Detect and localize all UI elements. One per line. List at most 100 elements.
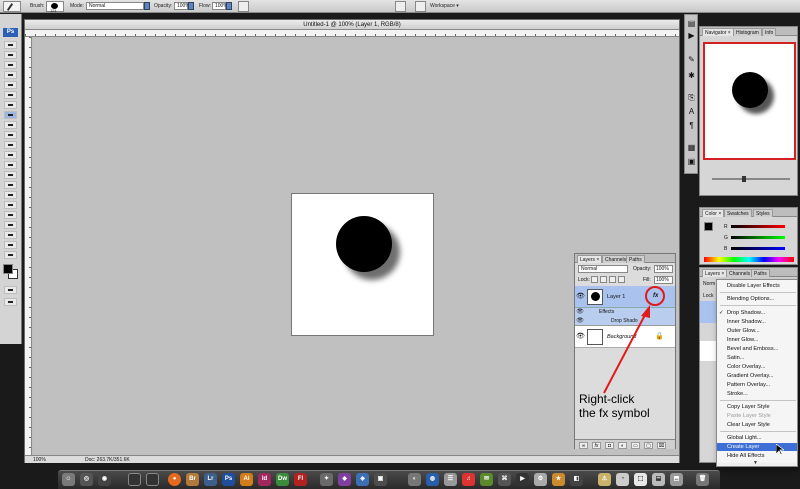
color-panel: Color × Swatches Styles R G B: [699, 207, 798, 265]
menu-item-inner-glow[interactable]: Inner Glow...: [717, 336, 797, 344]
tab-navigator[interactable]: Navigator ×: [702, 28, 734, 36]
menu-separator: [720, 400, 796, 401]
brushes-icon[interactable]: ✱: [687, 71, 696, 80]
blue-slider[interactable]: [731, 247, 785, 250]
menu-item-stroke[interactable]: Stroke...: [717, 390, 797, 398]
menu-item-gradient-overlay[interactable]: Gradient Overlay...: [717, 372, 797, 380]
illustrator-app-icon[interactable]: Ai: [240, 473, 253, 486]
menu-item-bevel-emboss[interactable]: Bevel and Emboss...: [717, 345, 797, 353]
dreamweaver-app-icon[interactable]: Dw: [276, 473, 289, 486]
menu-item-clear-layer-style[interactable]: Clear Layer Style: [717, 421, 797, 429]
menu-item-paste-layer-style: Paste Layer Style: [727, 413, 771, 419]
actions-icon[interactable]: ▶: [687, 31, 696, 40]
navigator-tabs: Navigator × Histogram Info: [700, 27, 797, 36]
dock-app-icon[interactable]: ★: [552, 473, 565, 486]
annotation-arrow-head: [641, 305, 650, 318]
dock-app-icon[interactable]: ✦: [320, 473, 333, 486]
menu-item-disable-layer-effects[interactable]: Disable Layer Effects: [717, 282, 797, 290]
red-slider[interactable]: [731, 225, 785, 228]
drop-shadow-menu-label: Drop Shadow...: [727, 310, 766, 316]
finder-app-icon[interactable]: ☺: [62, 473, 75, 486]
menu-item-create-layer[interactable]: Create Layer: [717, 443, 797, 451]
clone-source-icon[interactable]: ⎘: [687, 93, 696, 102]
menu-item-inner-shadow[interactable]: Inner Shadow...: [717, 318, 797, 326]
indesign-app-icon[interactable]: Id: [258, 473, 271, 486]
dock-app-icon[interactable]: ☰: [444, 473, 457, 486]
layer-comps-icon[interactable]: ▦: [687, 143, 696, 152]
flash-app-icon[interactable]: Fl: [294, 473, 307, 486]
channel-g-label: G: [724, 235, 728, 241]
tab-docked-layers[interactable]: Layers ×: [702, 269, 728, 277]
menu-separator: [720, 305, 796, 306]
tab-color[interactable]: Color ×: [702, 209, 725, 217]
info-icon[interactable]: ▣: [687, 157, 696, 166]
dock-app-icon[interactable]: ♫: [462, 473, 475, 486]
menu-item-global-light[interactable]: Global Light...: [717, 434, 797, 442]
paragraph-icon[interactable]: ¶: [687, 121, 696, 130]
color-fg-swatch[interactable]: [704, 222, 713, 231]
tab-swatches[interactable]: Swatches: [724, 209, 752, 217]
trash-dock-icon[interactable]: 🗑: [696, 473, 709, 486]
green-slider[interactable]: [731, 236, 785, 239]
docked-layer-row[interactable]: [700, 301, 717, 323]
dock-app-icon[interactable]: ▶: [516, 473, 529, 486]
dock-app-icon[interactable]: ▣: [374, 473, 387, 486]
annotation-text: Right-click the fx symbol: [579, 392, 650, 420]
zoom-slider[interactable]: [712, 176, 790, 182]
dock-app-icon[interactable]: ◎: [80, 473, 93, 486]
color-spectrum-bar[interactable]: [704, 257, 794, 262]
channel-b-label: B: [724, 246, 728, 252]
menu-item-pattern-overlay[interactable]: Pattern Overlay...: [717, 381, 797, 389]
mouse-cursor-icon: [776, 444, 784, 456]
annotation-overlay: [603, 286, 665, 394]
annotation-arrow-line: [603, 312, 647, 394]
dock-app-icon[interactable]: ◧: [570, 473, 583, 486]
menu-item-blending-options[interactable]: Blending Options...: [717, 295, 797, 303]
tab-info[interactable]: Info: [762, 28, 777, 36]
dock-app-icon[interactable]: ✉: [480, 473, 493, 486]
annotation-line1: Right-click: [579, 392, 635, 406]
dock-app-icon[interactable]: ◐: [408, 473, 421, 486]
dock-app-icon[interactable]: ◆: [338, 473, 351, 486]
dock-app-icon[interactable]: ◍: [426, 473, 439, 486]
mac-os-dock: ☺ ◎ ◉ ● Br Lr Ps Ai Id Dw Fl ✦ ◆ ◈ ▣ ◐ ◍…: [58, 470, 720, 489]
dock-window-icon[interactable]: [146, 473, 159, 486]
docked-layer-row-2[interactable]: [700, 341, 717, 361]
menu-separator: [720, 431, 796, 432]
character-icon[interactable]: A: [687, 107, 696, 116]
dock-app-icon[interactable]: ⬒: [670, 473, 683, 486]
tab-docked-paths[interactable]: Paths: [751, 269, 770, 277]
tab-histogram[interactable]: Histogram: [733, 28, 762, 36]
firefox-app-icon[interactable]: ●: [168, 473, 181, 486]
dock-window-icon[interactable]: [128, 473, 141, 486]
tab-styles[interactable]: Styles: [753, 209, 773, 217]
photoshop-app-icon[interactable]: Ps: [222, 473, 235, 486]
panel-icon-strip: ▤ ▶ ✎ ✱ ⎘ A ¶ ▦ ▣: [684, 14, 698, 174]
annotation-line2: the fx symbol: [579, 406, 650, 420]
docked-blend-mode[interactable]: Norm: [703, 281, 715, 287]
menu-item-satin[interactable]: Satin...: [717, 354, 797, 362]
dock-app-icon[interactable]: ⚙: [534, 473, 547, 486]
lightroom-app-icon[interactable]: Lr: [204, 473, 217, 486]
menu-item-color-overlay[interactable]: Color Overlay...: [717, 363, 797, 371]
dock-app-icon[interactable]: ⬓: [652, 473, 665, 486]
history-icon[interactable]: ▤: [687, 19, 696, 28]
tab-docked-channels[interactable]: Channels: [726, 269, 754, 277]
annotation-circle: [645, 286, 665, 306]
dock-app-icon[interactable]: ⌘: [498, 473, 511, 486]
menu-item-hide-all-effects[interactable]: Hide All Effects: [717, 452, 797, 460]
tool-presets-icon[interactable]: ✎: [687, 55, 696, 64]
dock-app-icon[interactable]: ◈: [356, 473, 369, 486]
navigator-thumbnail[interactable]: [703, 42, 796, 160]
menu-item-drop-shadow[interactable]: ✓ Drop Shadow...: [717, 309, 797, 317]
channel-r-label: R: [724, 224, 728, 230]
menu-scroll-down-icon[interactable]: ▼: [753, 460, 758, 466]
dock-app-icon[interactable]: ◔: [616, 473, 629, 486]
dock-app-icon[interactable]: ◉: [98, 473, 111, 486]
bridge-app-icon[interactable]: Br: [186, 473, 199, 486]
dock-app-icon[interactable]: ⚠: [598, 473, 611, 486]
menu-item-copy-layer-style[interactable]: Copy Layer Style: [717, 403, 797, 411]
dock-app-icon[interactable]: ⬚: [634, 473, 647, 486]
docked-layers-tabs: Layers × Channels Paths: [700, 268, 797, 277]
menu-item-outer-glow[interactable]: Outer Glow...: [717, 327, 797, 335]
